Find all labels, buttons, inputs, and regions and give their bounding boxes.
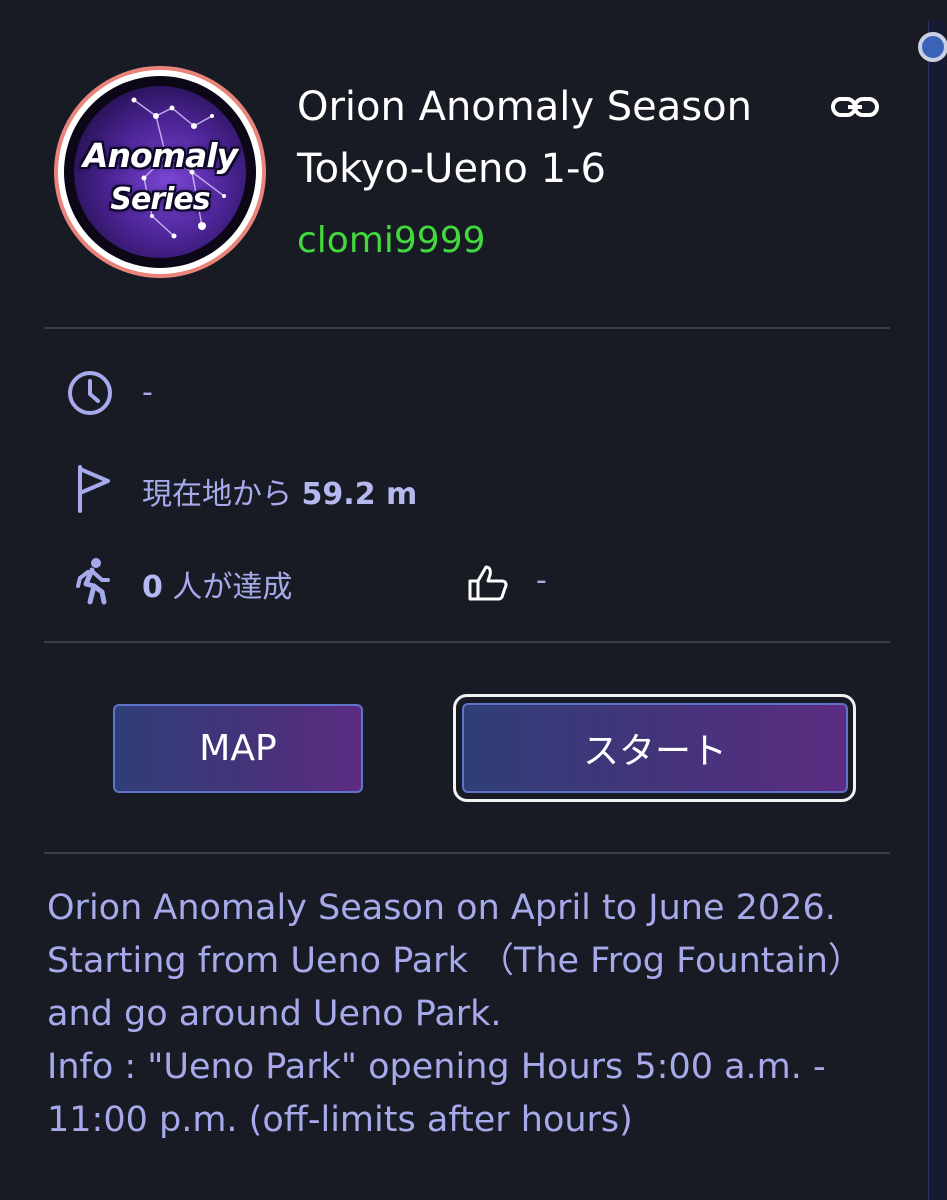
description-line: Orion Anomaly Season on April to June 20… bbox=[47, 888, 836, 928]
achievers-suffix: 人が達成 bbox=[172, 570, 293, 605]
distance-value: 59.2 m bbox=[301, 477, 418, 512]
achievers-count: 0 bbox=[142, 570, 163, 605]
description-line: and go around Ueno Park. bbox=[47, 994, 502, 1034]
mission-detail-panel: Anomaly Series Orion Anomaly Season Toky… bbox=[0, 0, 947, 1200]
description-line: Info : "Ueno Park" opening Hours 5:00 a.… bbox=[47, 1047, 826, 1087]
clock-icon bbox=[68, 371, 112, 415]
mission-title: Orion Anomaly Season Tokyo-Ueno 1-6 bbox=[297, 76, 817, 200]
scrollbar-track[interactable] bbox=[928, 20, 945, 1200]
map-button[interactable]: MAP bbox=[113, 704, 363, 793]
distance-prefix: 現在地から bbox=[142, 477, 292, 512]
walking-person-icon bbox=[76, 558, 110, 605]
divider bbox=[44, 327, 890, 329]
mission-title-line1: Orion Anomaly Season bbox=[297, 84, 752, 130]
badge-text-anomaly: Anomaly bbox=[82, 136, 238, 175]
badge-constellation-image: Anomaly Series bbox=[74, 86, 246, 258]
thumbs-up-icon[interactable] bbox=[466, 563, 510, 603]
time-value: - bbox=[142, 375, 153, 410]
distance-text: 現在地から 59.2 m bbox=[142, 469, 417, 513]
scrollbar-thumb[interactable] bbox=[918, 32, 947, 62]
badge-text-series: Series bbox=[110, 182, 210, 217]
divider bbox=[44, 641, 890, 643]
start-button[interactable]: スタート bbox=[462, 703, 848, 793]
author-name-link[interactable]: clomi9999 bbox=[297, 220, 486, 261]
mission-description: Orion Anomaly Season on April to June 20… bbox=[47, 882, 927, 1147]
description-line: Starting from Ueno Park （The Frog Founta… bbox=[47, 941, 863, 981]
divider bbox=[44, 852, 890, 854]
mission-title-line2: Tokyo-Ueno 1-6 bbox=[297, 146, 606, 192]
description-line: 11:00 p.m. (off-limits after hours) bbox=[47, 1100, 633, 1140]
flag-icon bbox=[78, 465, 110, 513]
link-icon[interactable] bbox=[830, 94, 880, 120]
mission-badge: Anomaly Series bbox=[54, 66, 266, 278]
likes-value: - bbox=[536, 563, 547, 598]
achievers-text: 0 人が達成 bbox=[142, 562, 292, 606]
